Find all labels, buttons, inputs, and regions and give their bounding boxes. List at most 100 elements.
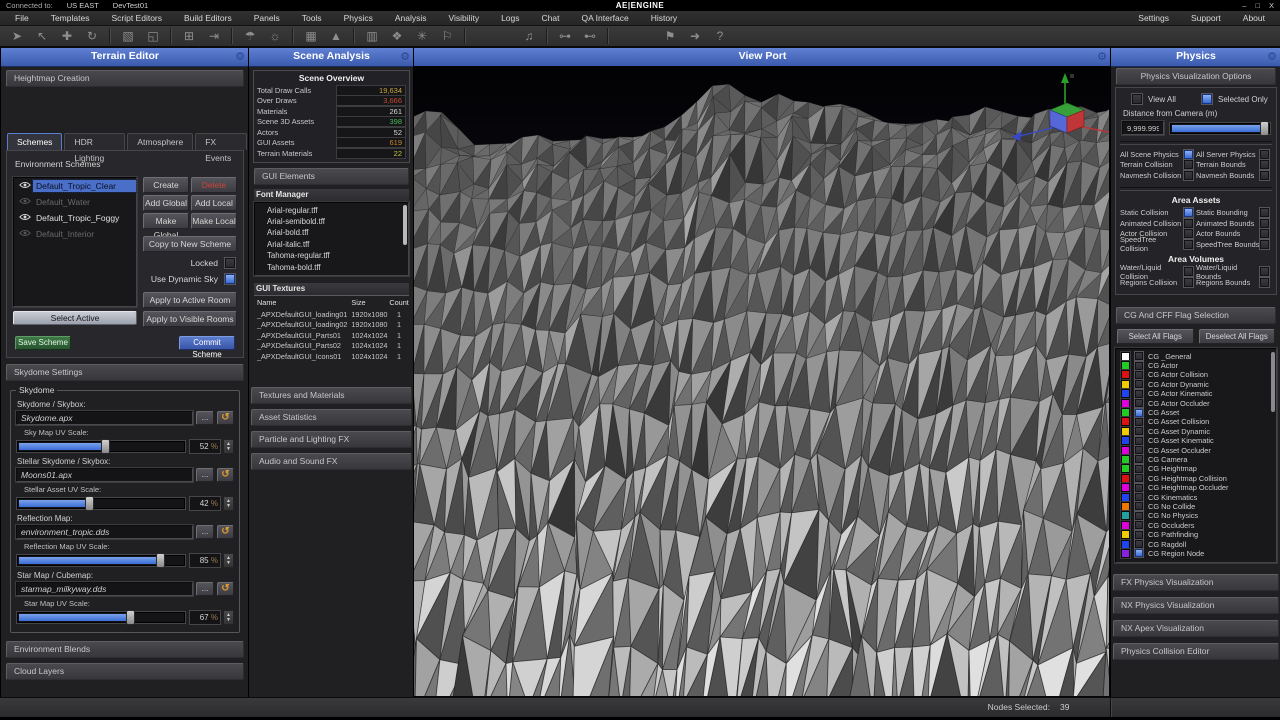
flag-row[interactable]: CG Actor xyxy=(1116,361,1276,370)
menu-item-settings[interactable]: Settings xyxy=(1127,11,1180,25)
toggle-checkbox[interactable] xyxy=(1260,208,1269,217)
section-fx-physics-visualization[interactable]: FX Physics Visualization xyxy=(1113,574,1279,591)
viewport-3d-view[interactable] xyxy=(414,66,1111,698)
unlink-icon[interactable]: ⊷ xyxy=(582,27,598,45)
scheme-item[interactable]: Default_Water xyxy=(14,194,136,210)
gear-icon[interactable]: ⚙ xyxy=(1267,49,1277,66)
select-arrow-icon[interactable]: ↖ xyxy=(34,27,50,45)
font-list-item[interactable]: Arial-regular.tff xyxy=(255,205,408,216)
physics-header[interactable]: Physics ⚙ xyxy=(1111,48,1280,67)
audio-speaker-icon[interactable]: ♫ xyxy=(521,27,537,45)
section-nx-apex-visualization[interactable]: NX Apex Visualization xyxy=(1113,620,1279,637)
deselect-all-flags-button[interactable]: Deselect All Flags xyxy=(1199,329,1276,344)
texture-row[interactable]: _APXDefaultGUI_loading011920x10801 xyxy=(254,309,409,320)
section-skydome-settings[interactable]: Skydome Settings xyxy=(6,364,244,381)
tab-schemes[interactable]: Schemes xyxy=(7,133,62,150)
toggle-checkbox[interactable] xyxy=(1260,171,1269,180)
flag-row[interactable]: CG Actor Dynamic xyxy=(1116,380,1276,389)
toggle-checkbox[interactable] xyxy=(1260,229,1269,238)
flag-checkbox[interactable] xyxy=(1135,512,1143,520)
flag-checkbox[interactable] xyxy=(1135,446,1143,454)
spinner-arrows-icon[interactable]: ▲▼ xyxy=(223,439,234,454)
toggle-checkbox[interactable] xyxy=(1184,219,1193,228)
apply-to-visible-rooms-button[interactable]: Apply to Visible Rooms xyxy=(143,311,237,327)
save-scheme-button[interactable]: Save Scheme xyxy=(15,336,71,350)
flag-checkbox[interactable] xyxy=(1135,455,1143,463)
flag-row[interactable]: CG Ragdoll xyxy=(1116,539,1276,548)
menu-item-file[interactable]: File xyxy=(4,11,40,25)
scale-value-box[interactable]: 42 % xyxy=(189,496,221,511)
flag-checkbox[interactable] xyxy=(1135,484,1143,492)
make-global-button[interactable]: Make Global xyxy=(143,213,189,229)
flag-row[interactable]: CG No Collide xyxy=(1116,502,1276,511)
section-cloud-layers[interactable]: Cloud Layers xyxy=(6,663,244,680)
gear-icon[interactable]: ⚙ xyxy=(400,49,410,66)
flag-checkbox[interactable] xyxy=(1135,540,1143,548)
flag-checkbox[interactable] xyxy=(1135,427,1143,435)
flag-checkbox[interactable] xyxy=(1135,409,1143,417)
menu-item-build-editors[interactable]: Build Editors xyxy=(173,11,243,25)
network-icon[interactable]: ✳ xyxy=(414,27,430,45)
menu-item-analysis[interactable]: Analysis xyxy=(384,11,438,25)
select-active-button[interactable]: Select Active xyxy=(13,311,137,325)
slider-handle[interactable] xyxy=(126,610,135,625)
section-nx-physics-visualization[interactable]: NX Physics Visualization xyxy=(1113,597,1279,614)
toggle-checkbox[interactable] xyxy=(1184,240,1193,249)
copy-to-new-scheme-button[interactable]: Copy to New Scheme xyxy=(143,236,237,252)
scheme-item[interactable]: Default_Interior xyxy=(14,226,136,242)
menu-item-about[interactable]: About xyxy=(1232,11,1276,25)
marquee-select-icon[interactable]: ▧ xyxy=(120,27,136,45)
actor-query-icon[interactable]: ? xyxy=(712,27,728,45)
script-flag-icon[interactable]: ⚐ xyxy=(439,27,455,45)
asset-file-input[interactable] xyxy=(16,468,193,482)
undo-icon[interactable]: ↺ xyxy=(217,468,234,482)
scheme-item[interactable]: Default_Tropic_Clear xyxy=(14,178,136,194)
distance-input[interactable] xyxy=(1122,121,1164,135)
actor-flag-icon[interactable]: ⚑ xyxy=(662,27,678,45)
use-dynamic-sky-checkbox[interactable] xyxy=(225,274,235,284)
paint-terrain-icon[interactable]: ☂ xyxy=(242,27,258,45)
flag-row[interactable]: CG Pathfinding xyxy=(1116,530,1276,539)
section-audio-and-sound-fx[interactable]: Audio and Sound FX xyxy=(251,453,412,470)
selected-only-checkbox[interactable] xyxy=(1202,94,1212,104)
section-physics-collision-editor[interactable]: Physics Collision Editor xyxy=(1113,643,1279,660)
pointer-icon[interactable]: ➤ xyxy=(9,27,25,45)
texture-row[interactable]: _APXDefaultGUI_Icons011024x10241 xyxy=(254,351,409,362)
scheme-item[interactable]: Default_Tropic_Foggy xyxy=(14,210,136,226)
layers-icon[interactable]: ❖ xyxy=(389,27,405,45)
browse-button[interactable]: ... xyxy=(196,525,214,539)
gear-icon[interactable]: ⚙ xyxy=(235,49,245,66)
section-textures-and-materials[interactable]: Textures and Materials xyxy=(251,387,412,404)
flag-checkbox[interactable] xyxy=(1135,531,1143,539)
browse-button[interactable]: ... xyxy=(196,582,214,596)
scheme-list[interactable]: Default_Tropic_ClearDefault_WaterDefault… xyxy=(13,177,137,307)
slider-handle[interactable] xyxy=(85,496,94,511)
texture-row[interactable]: _APXDefaultGUI_loading021920x10801 xyxy=(254,319,409,330)
maximize-button[interactable]: □ xyxy=(1255,1,1260,10)
section-gui-elements[interactable]: GUI Elements xyxy=(254,168,409,185)
flag-checkbox[interactable] xyxy=(1135,493,1143,501)
flag-row[interactable]: CG Asset Occluder xyxy=(1116,445,1276,454)
flag-checkbox[interactable] xyxy=(1135,390,1143,398)
menu-item-physics[interactable]: Physics xyxy=(333,11,384,25)
visibility-eye-icon[interactable] xyxy=(14,213,33,223)
font-list-item[interactable]: Arial-semibold.tff xyxy=(255,216,408,227)
flag-checkbox[interactable] xyxy=(1135,465,1143,473)
slider-handle[interactable] xyxy=(156,553,165,568)
flag-row[interactable]: CG Asset Dynamic xyxy=(1116,427,1276,436)
flag-row[interactable]: CG No Physics xyxy=(1116,511,1276,520)
toggle-checkbox[interactable] xyxy=(1260,267,1269,276)
flag-row[interactable]: CG Camera xyxy=(1116,455,1276,464)
asset-file-input[interactable] xyxy=(16,525,193,539)
flag-row[interactable]: CG Heightmap Collision xyxy=(1116,474,1276,483)
uv-scale-slider[interactable] xyxy=(17,498,185,509)
browse-button[interactable]: ... xyxy=(196,411,214,425)
light-icon[interactable]: ☼ xyxy=(267,27,283,45)
gear-icon[interactable]: ⚙ xyxy=(1097,49,1107,66)
commit-scheme-button[interactable]: Commit Scheme xyxy=(179,336,235,350)
toggle-checkbox[interactable] xyxy=(1260,219,1269,228)
menu-item-history[interactable]: History xyxy=(640,11,688,25)
flag-row[interactable]: CG Asset Kinematic xyxy=(1116,436,1276,445)
flag-checkbox[interactable] xyxy=(1135,502,1143,510)
browse-button[interactable]: ... xyxy=(196,468,214,482)
